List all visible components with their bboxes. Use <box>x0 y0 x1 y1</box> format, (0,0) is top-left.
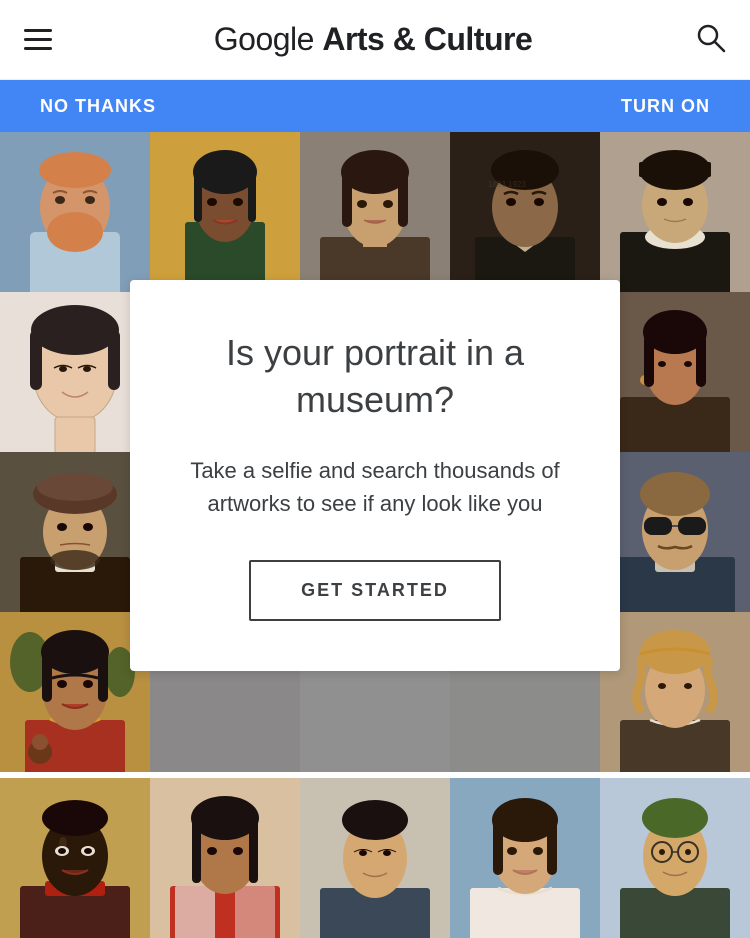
svg-text:1893 1923: 1893 1923 <box>488 180 526 189</box>
portrait-cell: 1893 1923 <box>450 132 600 292</box>
portrait-cell <box>600 292 750 452</box>
portrait-cell <box>600 132 750 292</box>
portrait-cell <box>600 452 750 612</box>
portrait-cell <box>0 132 150 292</box>
modal-heading: Is your portrait in a museum? <box>170 330 580 424</box>
menu-button[interactable] <box>24 29 52 50</box>
search-button[interactable] <box>694 21 726 58</box>
turn-on-button[interactable]: TURN ON <box>621 96 710 117</box>
notification-bar: NO THANKS TURN ON <box>0 80 750 132</box>
portrait-cell <box>150 778 300 938</box>
portrait-cell <box>0 612 150 772</box>
portrait-cell <box>600 612 750 772</box>
portrait-cell <box>0 778 150 938</box>
portrait-cell <box>300 132 450 292</box>
portrait-cell <box>0 292 150 452</box>
title-bold: Arts & Culture <box>322 21 532 57</box>
app-header: Google Arts & Culture <box>0 0 750 80</box>
portrait-cell <box>450 778 600 938</box>
app-title: Google Arts & Culture <box>214 21 532 58</box>
modal-body-text: Take a selfie and search thousands of ar… <box>170 454 580 520</box>
portrait-cell <box>600 778 750 938</box>
modal-card: Is your portrait in a museum? Take a sel… <box>130 280 620 671</box>
portrait-cell <box>0 452 150 612</box>
get-started-button[interactable]: GET STARTED <box>249 560 501 621</box>
no-thanks-button[interactable]: NO THANKS <box>40 96 156 117</box>
title-regular: Google <box>214 21 323 57</box>
portrait-cell <box>300 778 450 938</box>
portrait-cell <box>150 132 300 292</box>
